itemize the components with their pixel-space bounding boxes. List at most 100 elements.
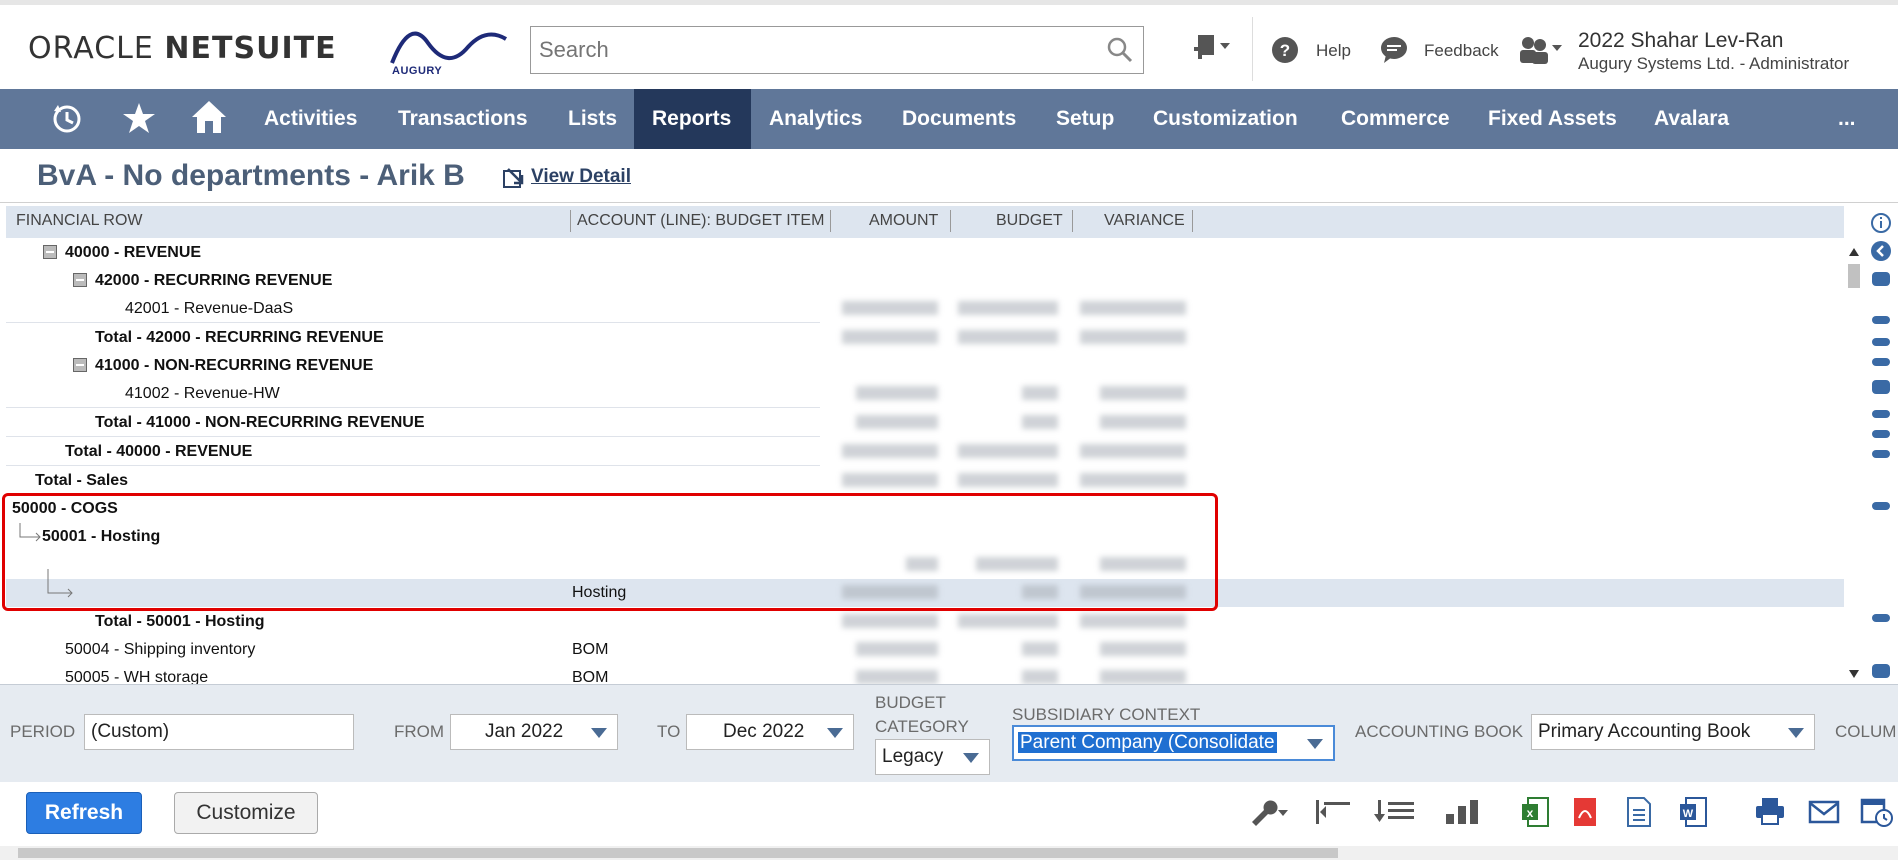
print-icon[interactable] [1754,796,1786,833]
period-field[interactable]: (Custom) [84,714,354,750]
schedule-icon[interactable] [1860,796,1894,833]
user-name[interactable]: 2022 Shahar Lev-Ran [1578,29,1783,53]
help-link[interactable]: Help [1316,41,1351,61]
help-icon[interactable]: ? [1272,37,1298,68]
rail-marker-icon[interactable] [1872,430,1890,438]
collapse-icon[interactable] [73,273,87,287]
subsidiary-context-select[interactable]: Parent Company (Consolidate [1012,725,1335,761]
nav-customization[interactable]: Customization [1135,89,1316,149]
chevron-down-icon[interactable] [963,753,979,763]
email-icon[interactable] [1808,796,1840,833]
rail-marker-icon[interactable] [1872,614,1890,622]
rail-marker-icon[interactable] [1872,502,1890,510]
table-row[interactable]: 41002 - Revenue-HW [6,380,1844,408]
rail-marker-icon[interactable] [1872,450,1890,458]
search-input[interactable] [531,27,1071,73]
table-row[interactable]: 50005 - WH storage BOM [6,664,1844,684]
nav-setup[interactable]: Setup [1038,89,1132,149]
collapse-icon[interactable] [73,358,87,372]
horizontal-scrollbar[interactable] [0,846,1898,860]
table-row[interactable]: 50004 - Shipping inventory BOM [6,636,1844,664]
blurred-variance [1080,330,1186,344]
rail-marker-icon[interactable] [1872,410,1890,418]
report-vertical-scrollbar[interactable] [1846,246,1862,680]
table-row[interactable]: Total - 42000 - RECURRING REVENUE [6,324,1844,352]
view-detail-link[interactable]: View Detail [531,166,631,188]
info-icon[interactable] [1870,212,1892,239]
col-variance[interactable]: VARIANCE [1104,212,1185,230]
col-account[interactable]: ACCOUNT (LINE): BUDGET ITEM [577,212,824,230]
nav-reports[interactable]: Reports [634,89,751,149]
col-budget[interactable]: BUDGET [996,212,1063,230]
shortcuts-star-icon[interactable] [122,101,156,140]
table-row[interactable]: Total - 40000 - REVENUE [6,438,1844,466]
column-separator[interactable] [830,210,831,232]
pdf-export-icon[interactable] [1570,796,1600,833]
expand-all-icon[interactable] [1374,796,1418,833]
recent-records-icon[interactable] [50,101,84,140]
blurred-amount [842,444,938,458]
nav-documents[interactable]: Documents [884,89,1034,149]
feedback-icon[interactable] [1380,37,1408,68]
from-period-select[interactable]: Jan 2022 [450,714,618,750]
collapse-all-icon[interactable] [1310,796,1354,833]
rail-marker-icon[interactable] [1872,358,1890,366]
table-row[interactable]: 40000 - REVENUE [6,239,1844,267]
collapse-panel-icon[interactable] [1870,240,1892,267]
budget-category-select[interactable]: Legacy [875,739,990,775]
view-detail-icon[interactable] [502,165,526,194]
rail-marker-icon[interactable] [1872,272,1890,286]
nav-transactions[interactable]: Transactions [380,89,546,149]
horizontal-scrollbar-thumb[interactable] [18,848,1338,858]
col-financial-row[interactable]: FINANCIAL ROW [16,212,143,230]
column-separator[interactable] [1072,210,1073,232]
chevron-down-icon[interactable] [1788,728,1804,738]
home-icon[interactable] [190,99,228,142]
rail-marker-icon[interactable] [1872,380,1890,394]
nav-commerce[interactable]: Commerce [1323,89,1468,149]
nav-activities[interactable]: Activities [246,89,375,149]
user-role[interactable]: Augury Systems Ltd. - Administrator [1578,54,1849,74]
chevron-down-icon[interactable] [1307,739,1323,749]
chevron-down-icon[interactable] [591,728,607,738]
customize-button[interactable]: Customize [174,792,318,834]
rail-marker-icon[interactable] [1872,664,1890,678]
chevron-down-icon[interactable] [827,728,843,738]
col-amount[interactable]: AMOUNT [869,212,938,230]
row-label: 40000 - REVENUE [65,244,202,261]
user-roles-icon[interactable] [1518,35,1566,70]
column-separator[interactable] [570,210,571,232]
word-export-icon[interactable]: W [1678,796,1708,833]
nav-avalara[interactable]: Avalara [1636,89,1747,149]
search-icon[interactable] [1107,37,1133,68]
collapse-icon[interactable] [43,245,57,259]
column-separator[interactable] [950,210,951,232]
nav-analytics[interactable]: Analytics [751,89,880,149]
rail-marker-icon[interactable] [1872,338,1890,346]
top-bar: ORACLE NETSUITE AUGURY ? Help Feedback 2… [0,0,1898,89]
row-label: 42001 - Revenue-DaaS [125,300,294,317]
nav-more[interactable]: ... [1820,89,1874,149]
excel-export-icon[interactable]: x [1520,796,1550,833]
table-row[interactable]: Total - 41000 - NON-RECURRING REVENUE [6,409,1844,437]
oracle-netsuite-logo[interactable]: ORACLE NETSUITE [28,31,337,66]
wrench-icon[interactable] [1248,796,1292,833]
to-period-select[interactable]: Dec 2022 [686,714,854,750]
subsidiary-context-label: SUBSIDIARY CONTEXT [1012,705,1201,724]
create-new-icon[interactable] [1192,33,1234,68]
table-row[interactable]: 42000 - RECURRING REVENUE [6,267,1844,295]
table-row[interactable]: Total - Sales [6,467,1844,495]
column-separator[interactable] [1192,210,1193,232]
table-row[interactable]: 41000 - NON-RECURRING REVENUE [6,352,1844,380]
accounting-book-select[interactable]: Primary Accounting Book [1531,714,1815,750]
table-row[interactable]: Total - 50001 - Hosting [6,608,1844,636]
nav-fixed-assets[interactable]: Fixed Assets [1470,89,1635,149]
csv-export-icon[interactable] [1624,796,1654,833]
rail-marker-icon[interactable] [1872,316,1890,324]
feedback-link[interactable]: Feedback [1424,41,1499,61]
refresh-button[interactable]: Refresh [26,792,142,834]
nav-lists[interactable]: Lists [550,89,635,149]
chart-icon[interactable] [1442,796,1486,833]
table-row[interactable]: 42001 - Revenue-DaaS [6,295,1844,323]
global-search[interactable] [530,26,1144,74]
